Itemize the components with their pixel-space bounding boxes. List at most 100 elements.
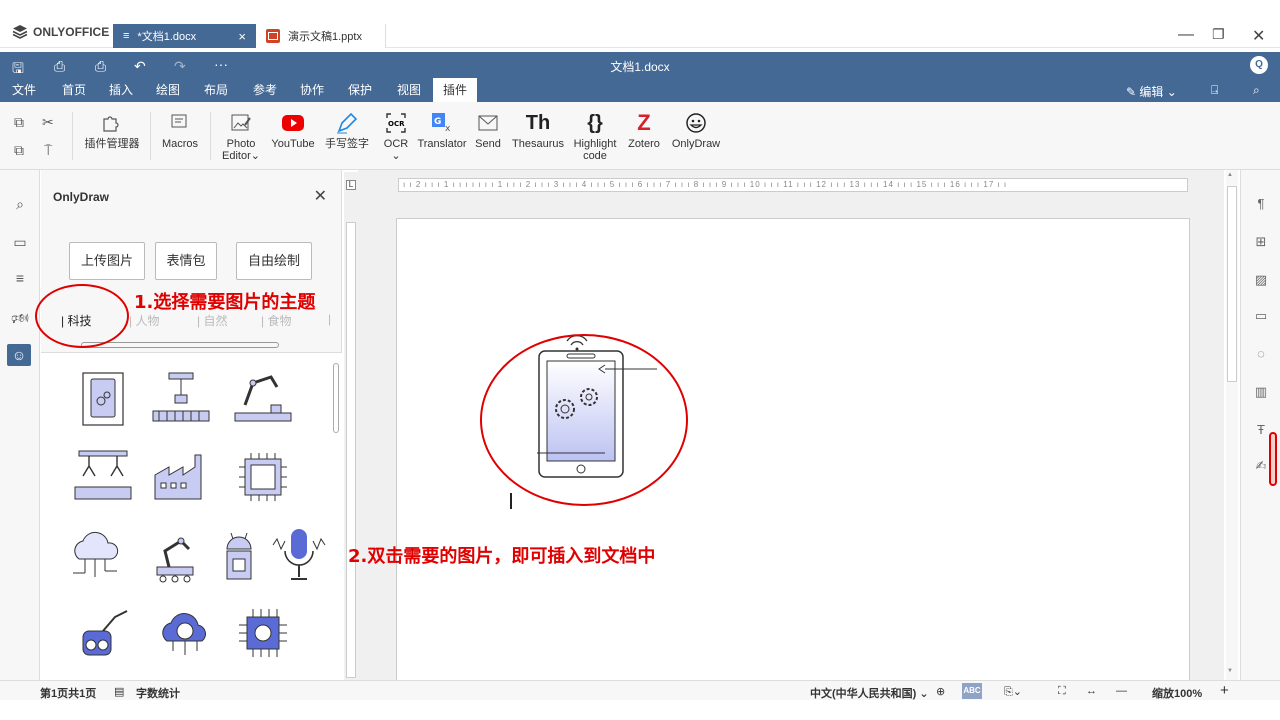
annotation-step-1: 1.选择需要图片的主题 bbox=[134, 292, 316, 313]
close-icon[interactable]: ✕ bbox=[314, 186, 327, 206]
category-scrollbar[interactable] bbox=[81, 342, 279, 348]
word-count-icon[interactable]: ▤ bbox=[114, 685, 124, 698]
robot-vehicle-icon[interactable] bbox=[75, 601, 139, 665]
highlight-label-2: code bbox=[583, 150, 607, 162]
comments-icon[interactable]: ▭ bbox=[0, 234, 40, 251]
category-people[interactable]: | 人物 bbox=[129, 312, 159, 329]
tab-presentation[interactable]: 演示文稿1.pptx bbox=[256, 24, 386, 48]
paste-icon[interactable]: ⧉ bbox=[14, 142, 24, 159]
youtube-button[interactable]: YouTube bbox=[268, 110, 318, 150]
scroll-up-icon[interactable]: ▲ bbox=[1227, 172, 1237, 180]
language-selector[interactable]: 中文(中华人民共和国) ⌄ bbox=[810, 685, 929, 701]
minimize-button[interactable]: — bbox=[1178, 26, 1194, 44]
menu-plugins[interactable]: 插件 bbox=[433, 78, 478, 104]
app-logo[interactable]: ONLYOFFICE bbox=[12, 24, 109, 40]
status-bar: 第1页共1页 ▤ 字数统计 中文(中华人民共和国) ⌄ ⊕ ABC ⎘⌄ ⛶ ↔… bbox=[0, 680, 1280, 700]
table-settings-icon[interactable]: ⊞ bbox=[1241, 234, 1280, 250]
zotero-icon: Z bbox=[637, 110, 651, 135]
emoji-button[interactable]: 表情包 bbox=[155, 242, 217, 280]
puzzle-icon bbox=[82, 110, 142, 136]
handwriting-button[interactable]: 手写签字 bbox=[322, 110, 372, 150]
mail-icon bbox=[470, 110, 506, 136]
robot-arm-cart-icon[interactable] bbox=[145, 523, 209, 587]
thesaurus-button[interactable]: Th Thesaurus bbox=[508, 110, 568, 150]
factory-icon[interactable] bbox=[149, 445, 213, 509]
macros-icon bbox=[155, 110, 205, 136]
chip-icon[interactable] bbox=[231, 445, 295, 509]
gallery-scrollbar[interactable] bbox=[333, 363, 339, 433]
paragraph-settings-icon[interactable]: ¶ bbox=[1241, 196, 1280, 211]
menu-view[interactable]: 视图 bbox=[393, 78, 425, 102]
image-settings-icon[interactable]: ▨ bbox=[1241, 272, 1280, 288]
navigation-icon[interactable]: ≡ bbox=[0, 270, 40, 286]
scroll-thumb[interactable] bbox=[1227, 186, 1237, 382]
fit-page-icon[interactable]: ⛶ bbox=[1058, 685, 1066, 698]
page-indicator[interactable]: 第1页共1页 bbox=[40, 685, 96, 701]
photo-editor-button[interactable]: Photo Editor⌄ bbox=[218, 110, 264, 162]
highlight-code-button[interactable]: {} Highlight code bbox=[570, 110, 620, 162]
cloud-brain-icon[interactable] bbox=[153, 601, 217, 665]
menu-home[interactable]: 首页 bbox=[58, 78, 90, 102]
macros-button[interactable]: Macros bbox=[155, 110, 205, 150]
menu-collaborate[interactable]: 协作 bbox=[296, 78, 328, 102]
send-button[interactable]: Send bbox=[470, 110, 506, 150]
menu-file[interactable]: 文件 bbox=[8, 78, 40, 102]
highlight-label: Highlight bbox=[573, 138, 617, 150]
category-food[interactable]: | 食物 bbox=[261, 312, 291, 329]
right-sidebar: ¶ ⊞ ▨ ▭ ◌ ▥ Ŧ ✍ bbox=[1240, 170, 1280, 680]
zoom-in-icon[interactable]: + bbox=[1220, 682, 1229, 699]
zoom-out-icon[interactable]: — bbox=[1116, 685, 1127, 697]
zoom-level[interactable]: 缩放100% bbox=[1152, 685, 1202, 701]
cloud-network-icon[interactable] bbox=[63, 523, 127, 587]
hamburger-icon[interactable]: ≡ bbox=[123, 30, 129, 42]
close-icon[interactable]: × bbox=[238, 29, 246, 44]
menu-layout[interactable]: 布局 bbox=[200, 78, 232, 102]
dual-robot-conveyor-icon[interactable] bbox=[71, 445, 135, 509]
scroll-down-icon[interactable]: ▼ bbox=[1227, 668, 1237, 676]
microphone-icon[interactable] bbox=[267, 523, 331, 587]
chart-settings-icon[interactable]: ▥ bbox=[1241, 384, 1280, 400]
open-location-icon[interactable]: ⍈ bbox=[1211, 83, 1218, 98]
upload-image-button[interactable]: 上传图片 bbox=[69, 242, 145, 280]
tab-stop-icon[interactable]: L bbox=[346, 180, 356, 190]
menu-references[interactable]: 参考 bbox=[249, 78, 281, 102]
spellcheck-icon[interactable]: ABC bbox=[962, 683, 982, 699]
window-close-button[interactable]: ✕ bbox=[1252, 26, 1265, 46]
category-nature[interactable]: | 自然 bbox=[197, 312, 227, 329]
zotero-button[interactable]: Z Zotero bbox=[622, 110, 666, 151]
search-icon[interactable]: ⌕ bbox=[0, 196, 40, 213]
cut-icon[interactable]: ✂ bbox=[42, 114, 54, 131]
ocr-button[interactable]: OCR OCR ⌄ bbox=[378, 110, 414, 162]
track-changes-icon[interactable]: ⎘⌄ bbox=[1004, 685, 1022, 699]
shape-settings-icon[interactable]: ◌ bbox=[1241, 346, 1280, 361]
restore-button[interactable]: ❐ bbox=[1212, 26, 1225, 43]
youtube-icon bbox=[268, 110, 318, 136]
document-scrollbar[interactable]: ▲ ▼ bbox=[1226, 170, 1238, 680]
header-footer-icon[interactable]: ▭ bbox=[1241, 308, 1280, 324]
conveyor-machine-icon[interactable] bbox=[149, 367, 213, 431]
menu-protect[interactable]: 保护 bbox=[344, 78, 376, 102]
menu-insert[interactable]: 插入 bbox=[105, 78, 137, 102]
word-count[interactable]: 字数统计 bbox=[136, 685, 180, 701]
onlydraw-button[interactable]: OnlyDraw bbox=[668, 110, 724, 150]
android-robot-icon[interactable] bbox=[207, 523, 271, 587]
tab-document[interactable]: ≡ *文档1.docx × bbox=[113, 24, 256, 48]
search-icon[interactable]: ⌕ bbox=[1253, 83, 1260, 98]
avatar[interactable]: Q bbox=[1250, 56, 1268, 74]
fit-width-icon[interactable]: ↔ bbox=[1086, 685, 1097, 697]
separator bbox=[210, 112, 211, 160]
signature-icon bbox=[322, 110, 372, 136]
onlydraw-plugin-icon[interactable]: ☺ bbox=[7, 344, 31, 366]
format-painter-icon[interactable]: ⍑ bbox=[44, 142, 52, 159]
globe-icon[interactable]: ⊕ bbox=[936, 685, 945, 698]
plugin-manager-button[interactable]: 插件管理器 bbox=[82, 110, 142, 150]
robot-arm-conveyor-icon[interactable] bbox=[231, 367, 295, 431]
edit-mode-dropdown[interactable]: ✎ 编辑 ⌄ bbox=[1126, 83, 1177, 100]
feedback-icon[interactable]: 🕬 bbox=[0, 308, 40, 332]
smart-factory-phone-icon[interactable] bbox=[71, 367, 135, 431]
ai-chip-icon[interactable] bbox=[231, 601, 295, 665]
translator-button[interactable]: Gx Translator bbox=[416, 110, 468, 150]
free-draw-button[interactable]: 自由绘制 bbox=[236, 242, 312, 280]
menu-draw[interactable]: 绘图 bbox=[152, 78, 184, 102]
copy-icon[interactable]: ⧉ bbox=[14, 114, 24, 131]
